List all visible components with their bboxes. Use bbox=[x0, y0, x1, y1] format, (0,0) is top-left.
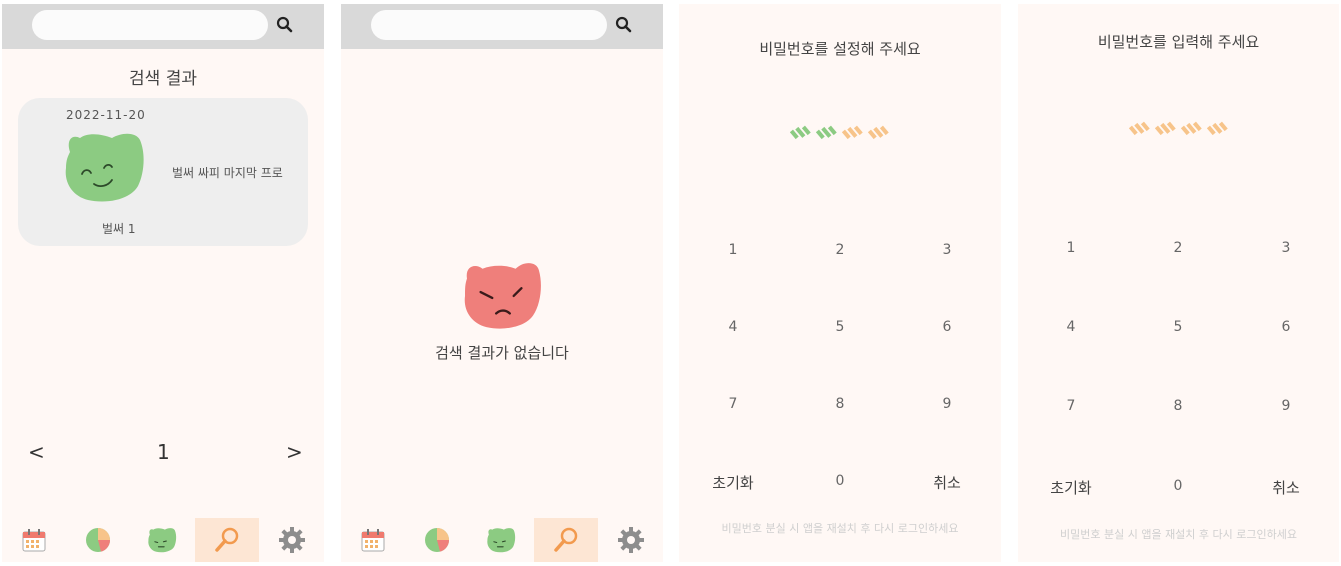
pin-dot-empty-icon bbox=[1154, 121, 1176, 136]
keypad-key-6[interactable]: 6 bbox=[1246, 319, 1326, 335]
keypad-key-3[interactable]: 3 bbox=[1246, 240, 1326, 256]
keypad-key-0[interactable]: 0 bbox=[800, 473, 880, 489]
keypad-key-8[interactable]: 8 bbox=[1138, 398, 1218, 414]
keypad-key-9[interactable]: 9 bbox=[907, 396, 987, 412]
angry-face-icon bbox=[464, 263, 541, 329]
mood-face-icon bbox=[148, 528, 177, 553]
happy-face-icon bbox=[65, 133, 144, 202]
pin-dot-filled-icon bbox=[790, 125, 811, 140]
pin-indicator bbox=[679, 122, 1001, 144]
search-icon bbox=[215, 527, 239, 552]
pin-dot-empty-icon bbox=[842, 125, 863, 140]
search-results-screen: 검색 결과 2022-11-20 벌써 싸피 마지막 프로 벌써 1 < 1 > bbox=[2, 4, 324, 562]
bottom-nav bbox=[341, 518, 663, 562]
password-hint: 비밀번호 분실 시 앱을 재설치 후 다시 로그인하세요 bbox=[1060, 528, 1297, 541]
keypad-key-3[interactable]: 3 bbox=[907, 242, 987, 258]
prev-page-button[interactable]: < bbox=[28, 440, 45, 464]
bottom-nav bbox=[2, 518, 324, 562]
next-page-button[interactable]: > bbox=[286, 440, 303, 464]
nav-settings[interactable] bbox=[260, 518, 324, 562]
pin-dot-empty-icon bbox=[1128, 121, 1150, 136]
nav-search[interactable] bbox=[534, 518, 598, 562]
mood-face-icon bbox=[487, 528, 516, 553]
password-hint: 비밀번호 분실 시 앱을 재설치 후 다시 로그인하세요 bbox=[721, 522, 959, 535]
cancel-button[interactable]: 취소 bbox=[1246, 477, 1326, 498]
calendar-icon bbox=[361, 529, 385, 552]
search-icon bbox=[554, 527, 578, 552]
reset-button[interactable]: 초기화 bbox=[1031, 477, 1111, 498]
diary-result-card[interactable]: 2022-11-20 벌써 싸피 마지막 프로 벌써 1 bbox=[18, 98, 308, 246]
pie-chart-icon bbox=[425, 528, 449, 552]
keypad-key-5[interactable]: 5 bbox=[800, 319, 880, 335]
keypad-key-1[interactable]: 1 bbox=[693, 242, 773, 258]
pie-chart-icon bbox=[86, 528, 110, 552]
keypad-key-2[interactable]: 2 bbox=[1138, 240, 1218, 256]
page-title: 비밀번호를 설정해 주세요 bbox=[759, 40, 921, 58]
entry-label: 벌써 1 bbox=[102, 222, 136, 236]
nav-calendar[interactable] bbox=[2, 518, 66, 562]
page-title: 검색 결과 bbox=[129, 69, 197, 89]
pin-indicator bbox=[1018, 118, 1339, 140]
pin-dot-filled-icon bbox=[816, 125, 837, 140]
keypad-key-1[interactable]: 1 bbox=[1031, 240, 1111, 256]
search-bar bbox=[341, 4, 663, 49]
nav-search[interactable] bbox=[195, 518, 259, 562]
nav-stats[interactable] bbox=[405, 518, 469, 562]
nav-diary[interactable] bbox=[130, 518, 194, 562]
nav-settings[interactable] bbox=[599, 518, 663, 562]
keypad-key-4[interactable]: 4 bbox=[1031, 319, 1111, 335]
search-icon[interactable] bbox=[274, 14, 296, 36]
keypad-key-7[interactable]: 7 bbox=[693, 396, 773, 412]
reset-button[interactable]: 초기화 bbox=[693, 472, 773, 493]
search-bar bbox=[2, 4, 324, 49]
calendar-icon bbox=[22, 529, 46, 552]
keypad-key-8[interactable]: 8 bbox=[800, 396, 880, 412]
gear-icon bbox=[279, 527, 305, 553]
pin-dot-empty-icon bbox=[868, 125, 889, 140]
current-page-number: 1 bbox=[157, 440, 170, 464]
pin-dot-empty-icon bbox=[1206, 121, 1228, 136]
nav-calendar[interactable] bbox=[341, 518, 405, 562]
keypad-key-5[interactable]: 5 bbox=[1138, 319, 1218, 335]
page-title: 비밀번호를 입력해 주세요 bbox=[1097, 33, 1260, 51]
enter-password-screen: 비밀번호를 입력해 주세요 1 2 3 4 5 6 7 8 9 초기화 0 취소… bbox=[1018, 4, 1339, 562]
entry-snippet: 벌써 싸피 마지막 프로 bbox=[172, 166, 283, 180]
keypad-key-0[interactable]: 0 bbox=[1138, 478, 1218, 494]
search-input[interactable] bbox=[32, 10, 268, 40]
keypad-key-7[interactable]: 7 bbox=[1031, 398, 1111, 414]
entry-date: 2022-11-20 bbox=[66, 108, 146, 122]
gear-icon bbox=[618, 527, 644, 553]
keypad-key-2[interactable]: 2 bbox=[800, 242, 880, 258]
search-icon[interactable] bbox=[613, 14, 635, 36]
keypad-key-4[interactable]: 4 bbox=[693, 319, 773, 335]
search-input[interactable] bbox=[371, 10, 607, 40]
cancel-button[interactable]: 취소 bbox=[907, 472, 987, 493]
pin-dot-empty-icon bbox=[1180, 121, 1202, 136]
set-password-screen: 비밀번호를 설정해 주세요 1 2 3 4 5 6 7 8 9 초기화 0 취소… bbox=[679, 4, 1001, 562]
nav-diary[interactable] bbox=[469, 518, 533, 562]
keypad-key-6[interactable]: 6 bbox=[907, 319, 987, 335]
empty-message: 검색 결과가 없습니다 bbox=[435, 344, 569, 362]
keypad-key-9[interactable]: 9 bbox=[1246, 398, 1326, 414]
nav-stats[interactable] bbox=[66, 518, 130, 562]
no-results-screen: 검색 결과가 없습니다 bbox=[341, 4, 663, 562]
